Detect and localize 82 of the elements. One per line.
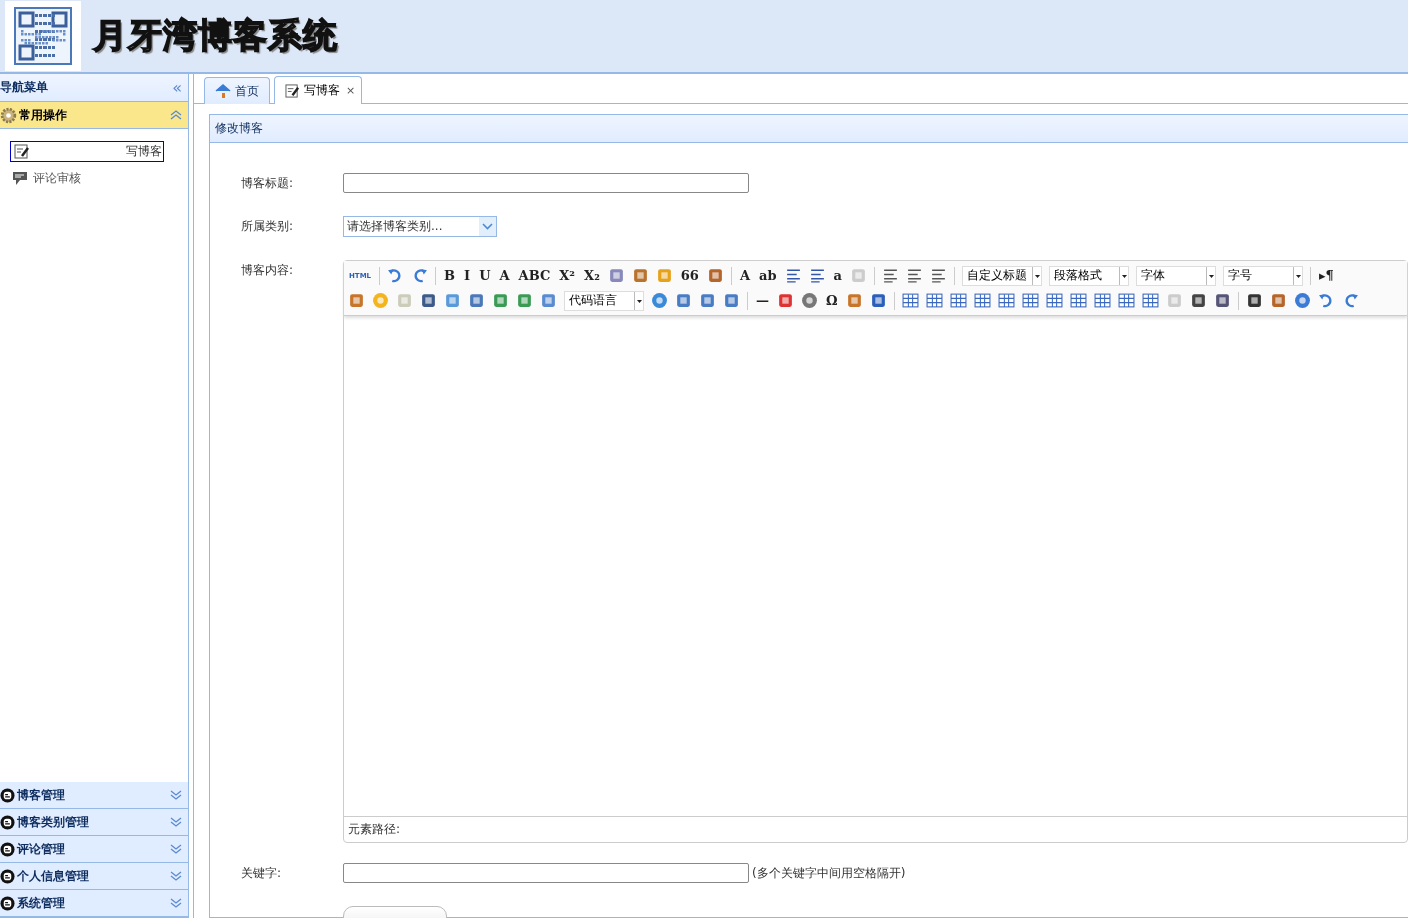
grid-icon[interactable] <box>1021 292 1039 309</box>
tab-label: 写博客 <box>304 82 340 99</box>
grid-icon[interactable] <box>997 292 1015 309</box>
toolbar-button[interactable]: A <box>498 268 511 283</box>
panel-title: 修改博客 <box>215 120 263 137</box>
toolbar-dropdown[interactable]: 字号 <box>1222 265 1303 286</box>
toolbar-dropdown[interactable]: 代码语言 <box>564 290 644 311</box>
toolbar-button[interactable]: I <box>463 268 472 283</box>
toolbar-button[interactable]: 66 <box>679 268 700 283</box>
toolbar-button[interactable]: ▸¶ <box>1317 268 1335 283</box>
toolbar-button[interactable]: U <box>478 268 492 283</box>
toolbar-dropdown[interactable]: 字体 <box>1135 265 1216 286</box>
qr-code-icon <box>5 1 81 71</box>
chevron-down-icon <box>170 844 182 854</box>
close-button[interactable]: × <box>344 84 358 97</box>
accordion-header[interactable]: 个人信息管理 <box>0 863 188 890</box>
toolbar-dropdown[interactable]: 段落格式 <box>1048 265 1129 286</box>
blog-icon <box>0 895 15 911</box>
list-icon[interactable] <box>808 267 826 284</box>
field-label: 关键字: <box>241 864 283 882</box>
caret-icon <box>1205 266 1215 285</box>
toolbar-button[interactable]: a <box>832 268 843 283</box>
accordion-header[interactable]: 博客管理 <box>0 782 188 809</box>
caret-icon <box>1292 266 1302 285</box>
grid-icon[interactable] <box>1093 292 1111 309</box>
grid-icon[interactable] <box>973 292 991 309</box>
toolbar-button[interactable]: X₂ <box>583 268 601 283</box>
align-icon[interactable] <box>929 267 947 284</box>
toolbar-dropdown[interactable]: 自定义标题 <box>961 265 1042 286</box>
sidebar-item[interactable]: 评论审核 <box>10 168 83 189</box>
sidebar-item[interactable]: 写博客 <box>10 141 164 162</box>
chevron-up-icon <box>170 110 182 120</box>
element-path: 元素路径: <box>344 816 1407 842</box>
toolbar-button[interactable]: B <box>443 268 457 283</box>
accordion-header[interactable]: 评论管理 <box>0 836 188 863</box>
field-label: 博客标题: <box>241 174 295 192</box>
toolbar-button[interactable]: ABC <box>517 268 552 283</box>
app-title: 月牙湾博客系统 <box>93 14 338 57</box>
grid-icon[interactable] <box>925 292 943 309</box>
tab-label: 首页 <box>235 82 259 100</box>
field-hint: (多个关键字中间用空格隔开) <box>752 864 906 882</box>
title-input[interactable] <box>343 173 749 193</box>
tab[interactable]: 写博客 × <box>274 76 363 104</box>
accordion-header[interactable]: 博客类别管理 <box>0 809 188 836</box>
list-icon[interactable] <box>784 267 802 284</box>
keywords-input[interactable] <box>343 863 749 883</box>
toolbar-button[interactable]: X² <box>558 268 577 283</box>
toolbar-button[interactable]: Ω <box>825 293 839 308</box>
grid-icon[interactable] <box>901 292 919 309</box>
grid-icon[interactable] <box>1117 292 1135 309</box>
field-label: 博客内容: <box>241 262 295 279</box>
toolbar-button[interactable]: — <box>755 293 770 308</box>
blog-icon <box>0 814 15 830</box>
grid-icon[interactable] <box>949 292 967 309</box>
chevron-down-icon <box>170 871 182 881</box>
grid-icon[interactable] <box>1045 292 1063 309</box>
chevron-down-icon <box>170 817 182 827</box>
chevron-down-icon <box>170 898 182 908</box>
caret-icon <box>1031 266 1041 285</box>
edit-icon <box>14 144 30 159</box>
caret-icon <box>634 291 643 310</box>
grid-icon[interactable] <box>1069 292 1087 309</box>
accordion-header[interactable]: 系统管理 <box>0 890 188 917</box>
accordion-header[interactable]: 常用操作 <box>0 102 188 129</box>
blog-icon <box>0 868 15 884</box>
align-icon[interactable] <box>905 267 923 284</box>
edit-icon <box>285 83 300 98</box>
comment-icon <box>12 171 28 186</box>
caret-icon <box>1118 266 1128 285</box>
home-icon <box>215 84 231 98</box>
field-label: 所属类别: <box>241 218 295 235</box>
blog-icon <box>0 841 15 857</box>
gear-icon <box>0 106 17 124</box>
tab[interactable]: 首页 <box>204 77 270 104</box>
toolbar-button[interactable]: A <box>738 268 751 283</box>
category-select[interactable]: 请选择博客类别... <box>343 216 497 237</box>
chevron-down-icon <box>170 790 182 800</box>
blog-icon <box>0 787 15 803</box>
grid-icon[interactable] <box>1141 292 1159 309</box>
align-icon[interactable] <box>881 267 899 284</box>
toolbar-button[interactable]: ab <box>758 268 778 283</box>
sidebar-title: 导航菜单 <box>0 79 48 96</box>
